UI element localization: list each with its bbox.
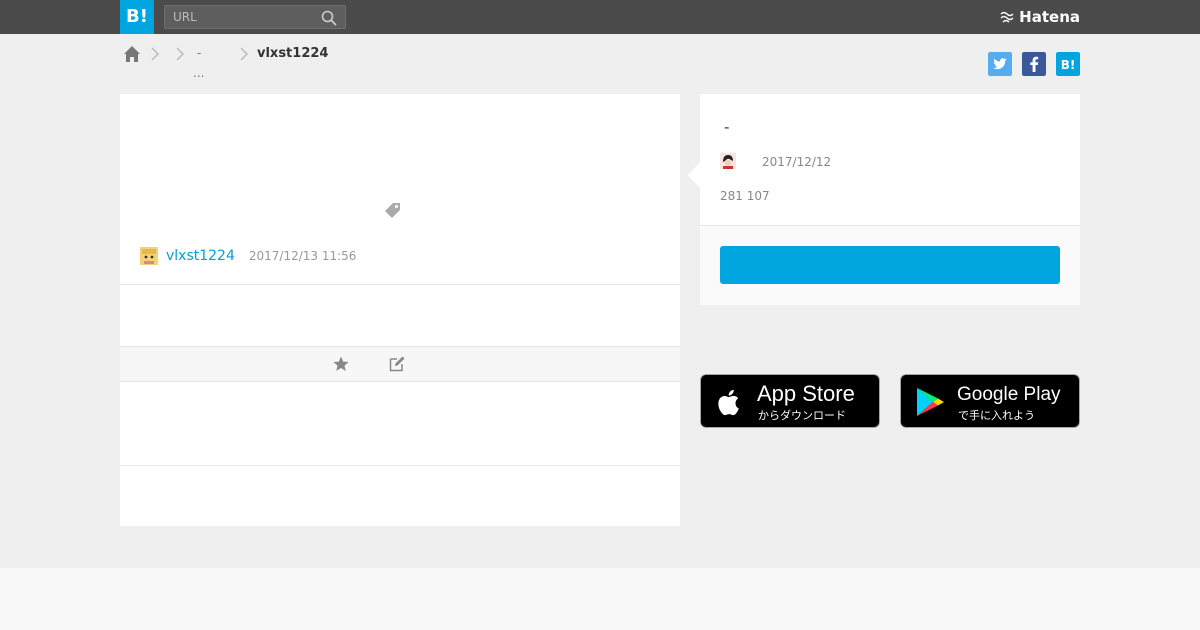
panel-footer	[700, 225, 1080, 305]
svg-text:B!: B!	[1061, 58, 1076, 72]
twitter-share-icon[interactable]	[988, 52, 1012, 76]
action-bar	[120, 346, 680, 382]
chevron-right-icon	[176, 47, 185, 61]
home-icon[interactable]	[122, 44, 142, 64]
search-icon[interactable]	[321, 10, 337, 26]
user-avatar[interactable]	[140, 247, 158, 265]
bookmark-timestamp: 2017/12/13 11:56	[248, 249, 357, 263]
divider	[120, 284, 680, 285]
google-play-badge[interactable]: Google Play で手に入れよう	[900, 374, 1080, 428]
facebook-share-icon[interactable]	[1022, 52, 1046, 76]
hatena-bookmark-share-icon[interactable]: B!	[1056, 52, 1080, 76]
hatena-logo-icon	[1000, 11, 1014, 23]
entry-date: 2017/12/12	[762, 155, 832, 169]
page-footer	[0, 568, 1200, 630]
hatena-brand-text: Hatena	[1019, 8, 1080, 26]
app-store-badge[interactable]: App Store からダウンロード	[700, 374, 880, 428]
bookmark-user-row: vlxst1224 2017/12/13 11:56	[140, 246, 356, 266]
breadcrumb-category[interactable]: -	[197, 46, 201, 60]
entry-title[interactable]: -	[724, 118, 729, 136]
author-avatar[interactable]	[720, 153, 736, 169]
app-store-title: App Store	[757, 381, 855, 406]
chevron-right-icon	[240, 47, 249, 61]
add-bookmark-button[interactable]	[720, 246, 1060, 284]
entry-info-panel: - 2017/12/12 281 107	[687, 94, 1080, 305]
hatena-brand-link[interactable]: Hatena	[1000, 8, 1080, 26]
app-store-subtitle: からダウンロード	[758, 409, 846, 422]
hatena-bookmark-logo[interactable]: B!	[120, 0, 154, 34]
top-bar: B! Hatena	[0, 0, 1200, 34]
user-name-link[interactable]: vlxst1224	[166, 248, 235, 264]
panel-pointer	[687, 162, 713, 188]
apple-icon	[718, 389, 739, 416]
breadcrumb-current: vlxst1224	[257, 46, 329, 61]
bookmark-count: 281 107	[720, 189, 770, 203]
google-play-title: Google Play	[957, 384, 1061, 405]
star-icon[interactable]	[332, 355, 350, 373]
google-play-icon	[917, 388, 944, 416]
url-search-input[interactable]	[165, 6, 315, 28]
divider	[120, 465, 680, 466]
breadcrumb-category-ellipsis: ...	[193, 66, 205, 80]
edit-comment-icon[interactable]	[388, 355, 406, 373]
search-box	[164, 5, 346, 29]
entry-card: vlxst1224 2017/12/13 11:56	[120, 94, 680, 526]
google-play-subtitle: で手に入れよう	[958, 409, 1035, 422]
tag-icon[interactable]	[384, 201, 402, 219]
chevron-right-icon	[151, 47, 160, 61]
